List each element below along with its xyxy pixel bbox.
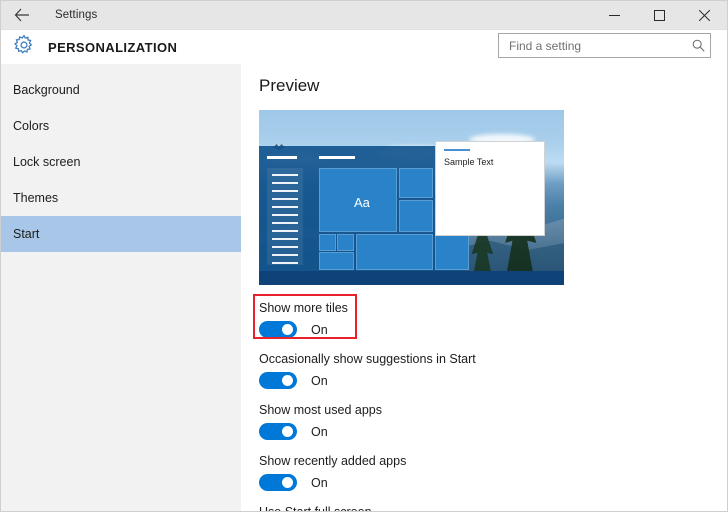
window-title: Settings — [55, 9, 98, 21]
sidebar-item-start[interactable]: Start — [1, 216, 241, 252]
tile — [356, 234, 433, 270]
tile — [319, 252, 354, 270]
tile — [319, 234, 336, 251]
page-header: PERSONALIZATION — [1, 30, 727, 64]
show-suggestions-toggle[interactable] — [259, 372, 297, 389]
show-recently-added-apps-toggle[interactable] — [259, 474, 297, 491]
body: Background Colors Lock screen Themes Sta… — [1, 64, 727, 512]
sidebar-item-label: Colors — [13, 119, 50, 133]
settings-window: Settings PERSONALIZATION Find a setting … — [0, 0, 728, 512]
search-icon[interactable] — [686, 39, 710, 52]
tile — [399, 200, 433, 232]
tile — [435, 234, 469, 270]
setting-label: Occasionally show suggestions in Start — [259, 352, 476, 366]
setting-show-recently-added-apps: Show recently added apps On — [259, 454, 727, 491]
toggle-row: On — [259, 423, 727, 440]
search-box[interactable] — [498, 33, 711, 58]
search-input[interactable] — [507, 34, 686, 57]
sidebar-item-label: Start — [13, 227, 40, 241]
taskbar-mock — [259, 271, 564, 285]
toggle-state-label: On — [311, 322, 328, 337]
toggle-row: On — [259, 372, 727, 389]
main-content: Preview Aa Sample Text Show more tiles O… — [241, 64, 727, 512]
gear-icon — [13, 33, 35, 61]
tile — [399, 168, 433, 198]
maximize-icon — [654, 9, 665, 21]
setting-use-start-full-screen: Use Start full screen — [259, 505, 727, 512]
tile-group-header — [319, 156, 355, 159]
sample-window-text: Sample Text — [444, 157, 494, 167]
back-arrow-icon — [14, 8, 30, 22]
sidebar-item-colors[interactable]: Colors — [1, 108, 241, 144]
toggle-knob — [282, 477, 293, 488]
start-menu-mock: Aa — [259, 146, 469, 285]
setting-show-more-tiles: Show more tiles On — [253, 294, 727, 339]
section-title: Preview — [259, 76, 320, 95]
settings-list: Show more tiles On Occasionally show sug… — [253, 294, 727, 512]
maximize-button[interactable] — [637, 1, 682, 29]
tile — [337, 234, 354, 251]
settings-gear[interactable] — [4, 33, 44, 61]
close-icon — [699, 9, 710, 21]
sidebar-item-background[interactable]: Background — [1, 72, 241, 108]
show-most-used-apps-toggle[interactable] — [259, 423, 297, 440]
sample-window-mock: Sample Text — [435, 141, 545, 236]
toggle-row: On — [259, 474, 727, 491]
tile-letter: Aa — [354, 195, 370, 210]
sidebar-item-label: Themes — [13, 191, 59, 205]
back-button[interactable] — [1, 1, 43, 29]
sidebar-item-lock-screen[interactable]: Lock screen — [1, 144, 241, 180]
toggle-knob — [282, 375, 293, 386]
sidebar-item-themes[interactable]: Themes — [1, 180, 241, 216]
toggle-knob — [282, 324, 293, 335]
setting-label: Show more tiles — [259, 301, 348, 315]
window-controls — [592, 1, 727, 29]
toggle-state-label: On — [311, 373, 328, 388]
setting-show-most-used-apps: Show most used apps On — [259, 403, 727, 440]
setting-label: Show most used apps — [259, 403, 382, 417]
page-title: PERSONALIZATION — [48, 39, 178, 55]
toggle-knob — [282, 426, 293, 437]
toggle-row: On — [259, 321, 727, 338]
show-more-tiles-toggle[interactable] — [259, 321, 297, 338]
setting-occasionally-show-suggestions: Occasionally show suggestions in Start O… — [259, 352, 727, 389]
tile: Aa — [319, 168, 397, 232]
toggle-state-label: On — [311, 475, 328, 490]
sidebar-item-label: Lock screen — [13, 155, 81, 169]
start-preview-image: Aa Sample Text — [259, 110, 564, 285]
setting-label: Use Start full screen — [259, 505, 372, 512]
hamburger-icon — [267, 156, 297, 159]
toggle-state-label: On — [311, 424, 328, 439]
minimize-button[interactable] — [592, 1, 637, 29]
minimize-icon — [609, 10, 620, 21]
sidebar-item-label: Background — [13, 83, 80, 97]
close-button[interactable] — [682, 1, 727, 29]
accent-line — [444, 149, 470, 151]
sidebar: Background Colors Lock screen Themes Sta… — [1, 64, 241, 511]
title-bar: Settings — [1, 1, 727, 30]
app-list-mock — [267, 168, 303, 265]
setting-label: Show recently added apps — [259, 454, 407, 468]
